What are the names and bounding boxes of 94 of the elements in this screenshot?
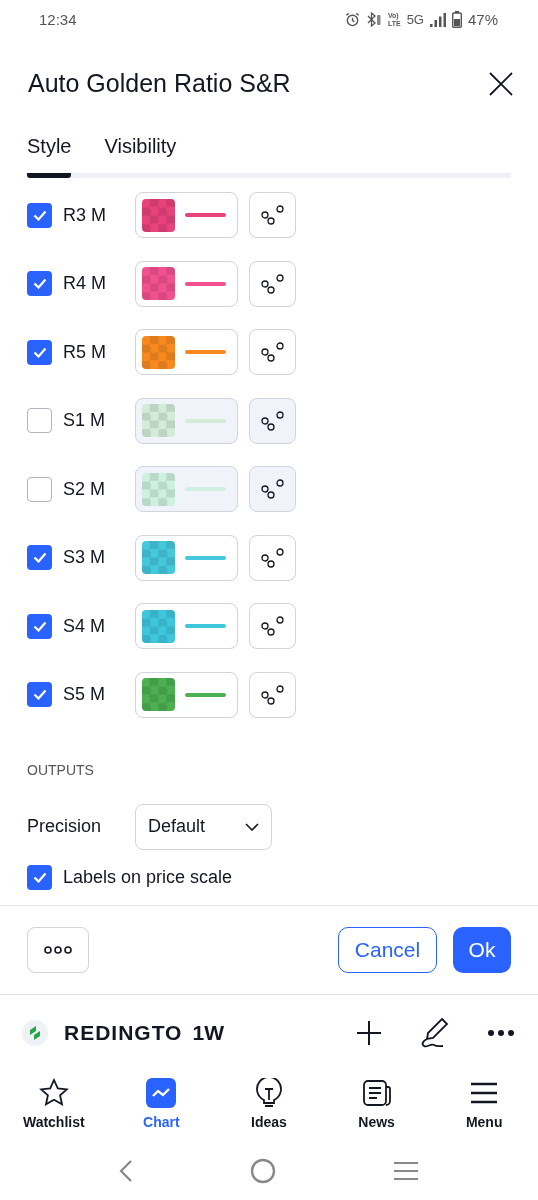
menu-icon — [470, 1081, 499, 1104]
line-sample — [185, 624, 226, 629]
color-picker[interactable] — [135, 260, 238, 307]
checkbox[interactable] — [27, 271, 52, 297]
star-icon — [38, 1077, 69, 1108]
more-button[interactable] — [488, 1030, 514, 1037]
nav-tab[interactable]: Watchlist — [0, 1071, 108, 1143]
network-label: 5G — [406, 12, 424, 28]
line-sample — [185, 213, 226, 218]
dots-icon — [260, 409, 285, 432]
checkbox[interactable] — [27, 613, 52, 639]
dots-icon — [260, 204, 285, 227]
add-button[interactable] — [356, 1020, 382, 1047]
checkbox[interactable] — [27, 339, 52, 365]
dialog-title: Auto Golden Ratio S&R — [28, 69, 291, 99]
alarm-icon — [344, 12, 360, 28]
dots-icon — [260, 683, 285, 706]
level-label: S5 M — [63, 684, 106, 706]
back-button[interactable] — [118, 1159, 133, 1184]
plot-style-button[interactable] — [249, 671, 296, 718]
color-picker[interactable] — [135, 603, 238, 650]
chevron-down-icon — [245, 822, 259, 831]
news-icon — [361, 1078, 392, 1107]
plot-style-button[interactable] — [249, 603, 296, 650]
battery-icon — [451, 11, 462, 29]
dots-icon — [260, 478, 285, 501]
precision-dropdown[interactable]: Default — [135, 803, 272, 850]
section-heading: OUTPUTS — [27, 762, 95, 781]
symbol-name[interactable]: REDINGTO — [64, 1021, 183, 1046]
color-picker[interactable] — [135, 671, 238, 718]
plot-style-button[interactable] — [249, 397, 296, 444]
precision-label: Precision — [27, 816, 103, 838]
nav-tab[interactable]: Menu — [430, 1071, 538, 1143]
plot-style-button[interactable] — [249, 260, 296, 307]
dots-icon — [260, 272, 285, 295]
plot-style-button[interactable] — [249, 466, 296, 513]
level-label: S1 M — [63, 410, 106, 432]
signal-icon — [429, 12, 446, 27]
check-icon — [32, 689, 47, 701]
plot-style-button[interactable] — [249, 534, 296, 581]
checkbox-label: Labels on price scale — [63, 867, 233, 889]
color-picker[interactable] — [135, 329, 238, 376]
cancel-button[interactable]: Cancel — [338, 927, 437, 974]
clock-time: 12:34 — [39, 11, 77, 29]
check-icon — [32, 552, 47, 564]
level-label: S2 M — [63, 478, 106, 500]
color-picker[interactable] — [135, 534, 238, 581]
checkbox[interactable] — [27, 865, 52, 891]
tab[interactable]: Visibility — [104, 134, 177, 179]
battery-percent: 47% — [467, 11, 498, 29]
recent-apps-button[interactable] — [393, 1161, 420, 1182]
level-label: R5 M — [63, 341, 107, 363]
plot-style-button[interactable] — [249, 329, 296, 376]
close-button[interactable] — [488, 70, 514, 97]
symbol-logo-icon — [22, 1020, 48, 1047]
more-icon — [44, 946, 72, 955]
home-button[interactable] — [250, 1158, 276, 1185]
interval-label[interactable]: 1W — [192, 1021, 224, 1046]
checkbox[interactable] — [27, 545, 52, 571]
pen-button[interactable] — [420, 1017, 450, 1050]
color-picker[interactable] — [135, 192, 238, 239]
checkbox[interactable] — [27, 476, 52, 502]
checkbox[interactable] — [27, 682, 52, 708]
dots-icon — [260, 546, 285, 569]
nav-tab[interactable]: Chart — [107, 1071, 216, 1143]
line-sample — [185, 555, 226, 560]
level-label: R3 M — [63, 204, 107, 226]
more-button[interactable] — [27, 927, 89, 974]
line-sample — [185, 487, 226, 492]
plot-style-button[interactable] — [249, 192, 296, 239]
check-icon — [32, 278, 47, 290]
level-label: S3 M — [63, 547, 106, 569]
line-sample — [185, 350, 226, 355]
dots-icon — [260, 341, 285, 364]
ok-button[interactable]: Ok — [453, 927, 511, 974]
nav-tab[interactable]: Ideas — [215, 1071, 323, 1143]
color-picker[interactable] — [135, 397, 238, 444]
lightbulb-icon — [255, 1077, 283, 1108]
color-picker[interactable] — [135, 466, 238, 513]
bluetooth-icon — [365, 12, 382, 28]
line-sample — [185, 692, 226, 697]
nav-tab[interactable]: News — [322, 1071, 431, 1143]
checkbox[interactable] — [27, 202, 52, 228]
check-icon — [32, 209, 47, 221]
tab[interactable]: Style — [27, 134, 72, 179]
checkbox[interactable] — [27, 408, 52, 434]
check-icon — [32, 620, 47, 632]
level-label: R4 M — [63, 273, 107, 295]
check-icon — [32, 872, 47, 884]
dots-icon — [260, 615, 285, 638]
line-sample — [185, 418, 226, 423]
level-label: S4 M — [63, 615, 106, 637]
check-icon — [32, 346, 47, 358]
line-sample — [185, 281, 226, 286]
